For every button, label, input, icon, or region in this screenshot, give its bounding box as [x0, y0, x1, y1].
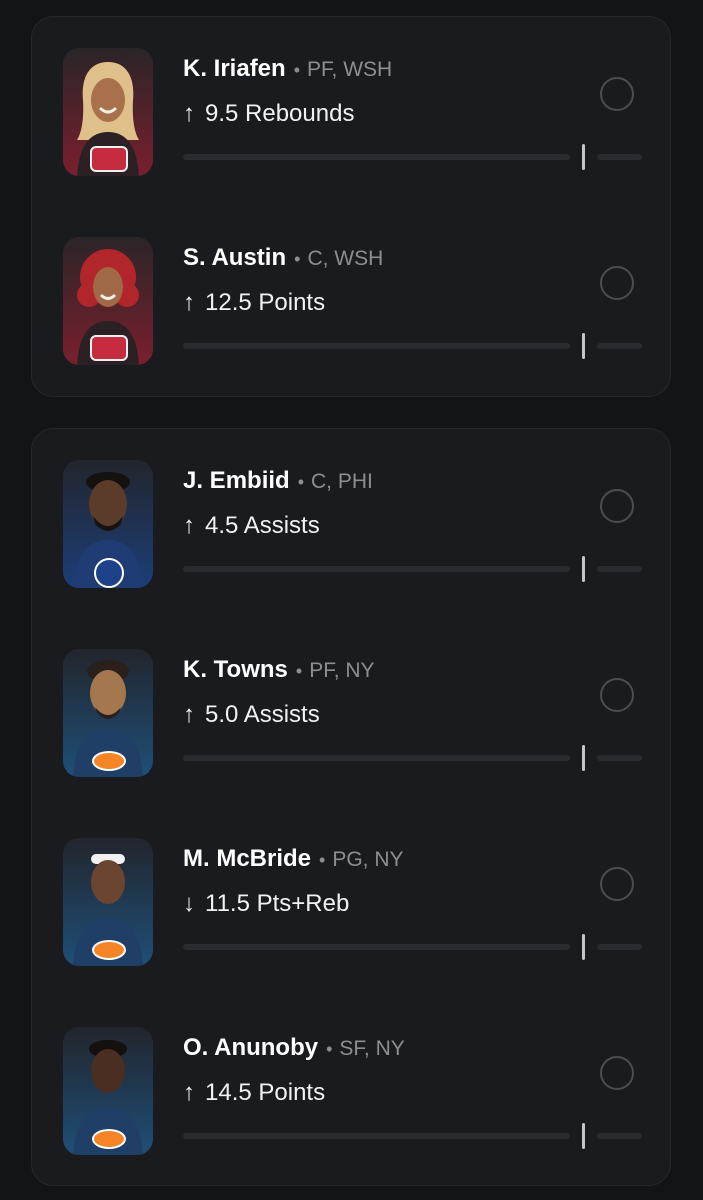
player-name: M. McBride: [183, 845, 312, 872]
progress-track-end: [597, 1133, 642, 1139]
arrow-up-icon: ↑: [183, 289, 195, 316]
player-row-anunoby[interactable]: O. Anunoby • SF, NY ↑ 14.5 Points: [32, 1027, 672, 1157]
player-name: K. Iriafen: [183, 55, 286, 82]
player-position-team: PF, WSH: [307, 58, 393, 81]
arrow-up-icon: ↑: [183, 1079, 195, 1106]
team-logo-mystics: [90, 146, 128, 172]
select-radio[interactable]: [600, 266, 634, 300]
team-logo-mystics: [90, 335, 128, 361]
arrow-down-icon: ↓: [183, 890, 195, 917]
player-position-team: PF, NY: [309, 659, 375, 682]
player-row-towns[interactable]: K. Towns • PF, NY ↑ 5.0 Assists: [32, 649, 672, 779]
select-radio[interactable]: [600, 678, 634, 712]
team-logo-76ers: [94, 558, 124, 588]
stat-line-label: 5.0 Assists: [205, 701, 320, 728]
line-marker: [582, 934, 585, 960]
team-logo-knicks: [92, 940, 126, 960]
progress-track: [183, 343, 570, 349]
player-name: O. Anunoby: [183, 1034, 319, 1061]
player-row-iriafen[interactable]: K. Iriafen • PF, WSH ↑ 9.5 Rebounds: [32, 48, 672, 178]
player-position-team: SF, NY: [339, 1037, 405, 1060]
line-marker: [582, 745, 585, 771]
progress-track: [183, 1133, 570, 1139]
player-group-card-1: K. Iriafen • PF, WSH ↑ 9.5 Rebounds S. Aust: [31, 16, 671, 397]
progress-track: [183, 566, 570, 572]
player-row-mcbride[interactable]: M. McBride • PG, NY ↓ 11.5 Pts+Reb: [32, 838, 672, 968]
select-radio[interactable]: [600, 489, 634, 523]
player-position-team: C, WSH: [307, 247, 384, 270]
arrow-up-icon: ↑: [183, 100, 195, 127]
select-radio[interactable]: [600, 77, 634, 111]
progress-track-end: [597, 154, 642, 160]
progress-track-end: [597, 755, 642, 761]
player-name: S. Austin: [183, 244, 287, 271]
progress-track-end: [597, 944, 642, 950]
player-group-card-2: J. Embiid • C, PHI ↑ 4.5 Assists K. Towns • P…: [31, 428, 671, 1186]
stat-line-label: 4.5 Assists: [205, 512, 320, 539]
player-name: J. Embiid: [183, 467, 290, 494]
line-marker: [582, 333, 585, 359]
team-logo-knicks: [92, 751, 126, 771]
stat-line-label: 9.5 Rebounds: [205, 100, 355, 127]
progress-track-end: [597, 343, 642, 349]
team-logo-knicks: [92, 1129, 126, 1149]
stat-line-label: 14.5 Points: [205, 1079, 326, 1106]
stat-line-label: 12.5 Points: [205, 289, 326, 316]
select-radio[interactable]: [600, 867, 634, 901]
player-row-embiid[interactable]: J. Embiid • C, PHI ↑ 4.5 Assists: [32, 460, 672, 590]
player-position-team: PG, NY: [332, 848, 404, 871]
line-marker: [582, 1123, 585, 1149]
arrow-up-icon: ↑: [183, 512, 195, 539]
line-marker: [582, 144, 585, 170]
progress-track: [183, 755, 570, 761]
select-radio[interactable]: [600, 1056, 634, 1090]
line-marker: [582, 556, 585, 582]
player-name: K. Towns: [183, 656, 288, 683]
arrow-up-icon: ↑: [183, 701, 195, 728]
player-row-austin[interactable]: S. Austin • C, WSH ↑ 12.5 Points: [32, 237, 672, 367]
progress-track: [183, 154, 570, 160]
progress-track: [183, 944, 570, 950]
progress-track-end: [597, 566, 642, 572]
stat-line-label: 11.5 Pts+Reb: [205, 890, 350, 917]
player-position-team: C, PHI: [311, 470, 373, 493]
